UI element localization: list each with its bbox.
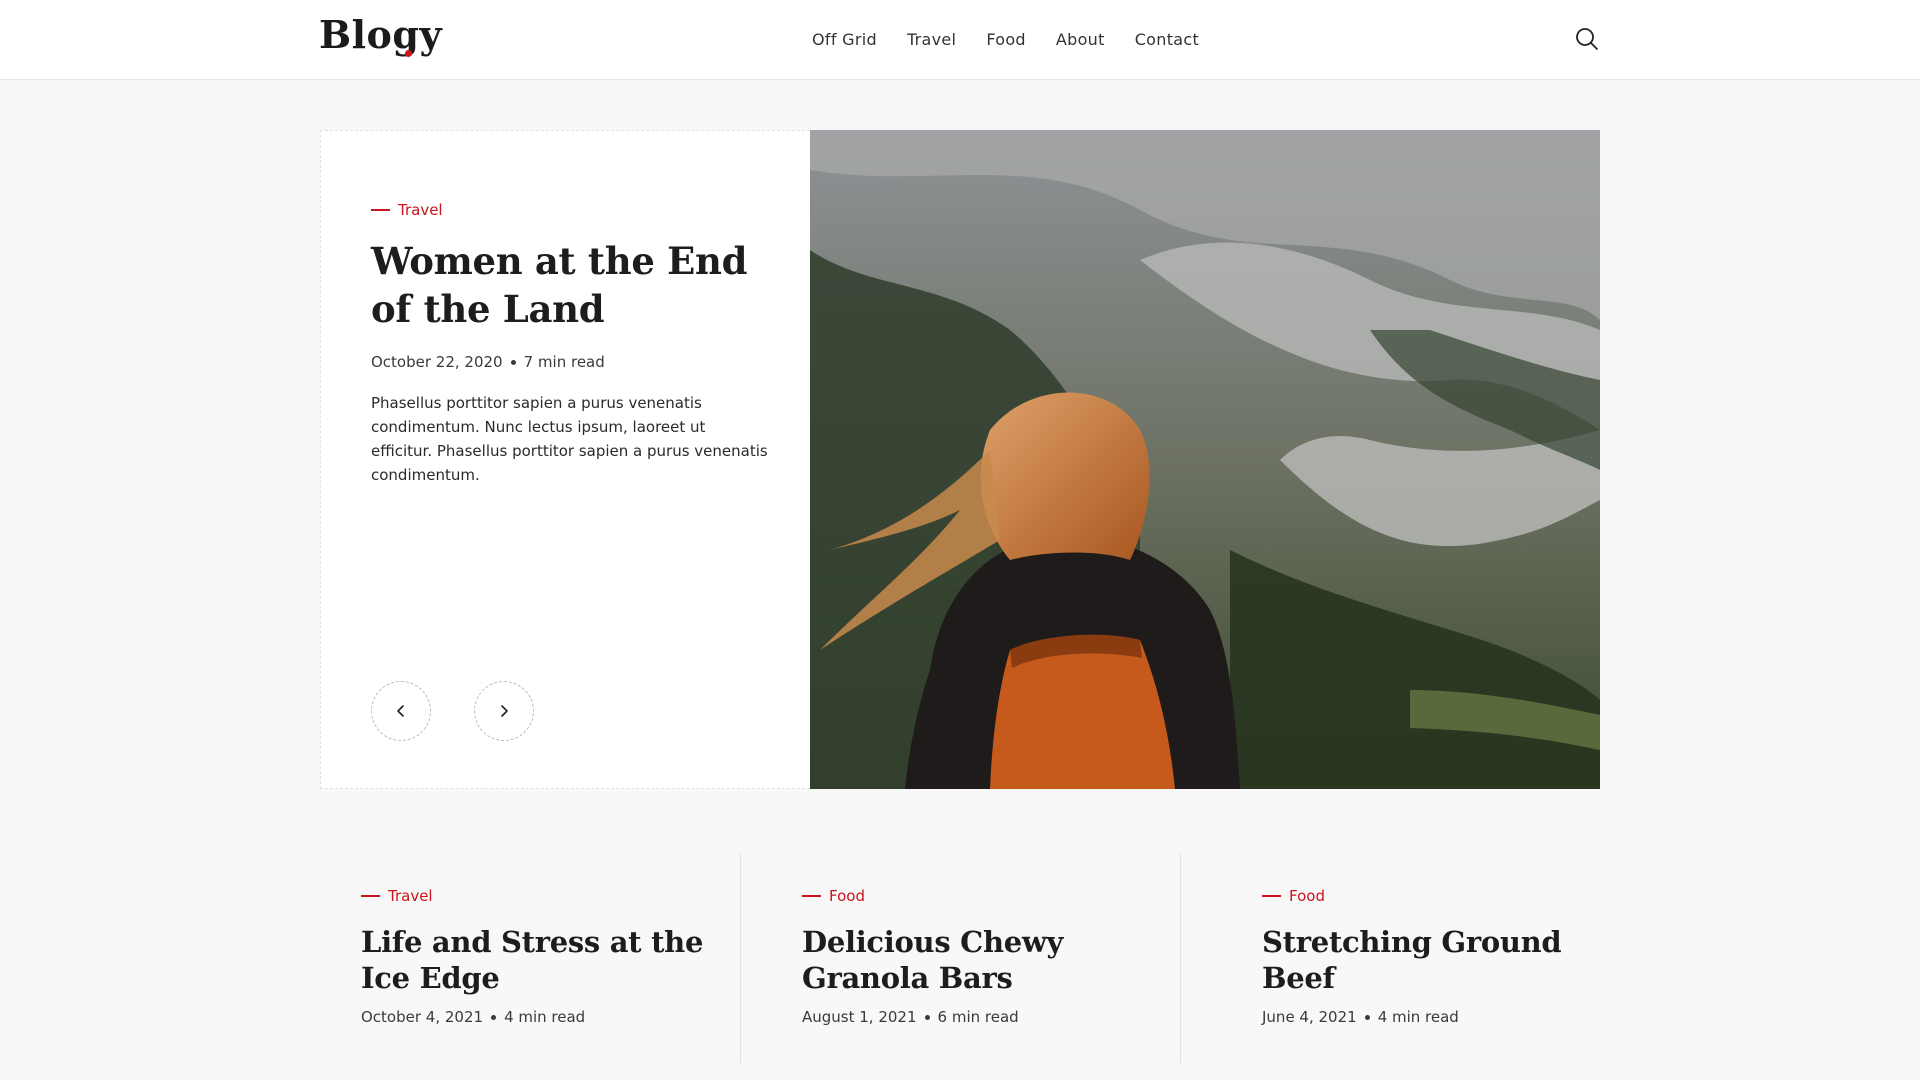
- post-category[interactable]: Travel: [361, 887, 433, 905]
- post-read-time: 4 min read: [1377, 1008, 1459, 1026]
- post-title[interactable]: Life and Stress at the Ice Edge: [361, 924, 721, 996]
- hero-title[interactable]: Women at the End of the Land: [371, 237, 781, 333]
- logo-dot: [405, 50, 412, 57]
- post-meta: June 4, 2021 4 min read: [1262, 1008, 1459, 1026]
- nav-item-travel[interactable]: Travel: [907, 30, 956, 49]
- post-read-time: 4 min read: [504, 1008, 586, 1026]
- slider-next-button[interactable]: [474, 681, 534, 741]
- post-card: Food Stretching Ground Beef June 4, 2021…: [1180, 853, 1620, 1063]
- post-read-time: 6 min read: [937, 1008, 1019, 1026]
- chevron-left-icon: [397, 705, 404, 717]
- post-category[interactable]: Food: [802, 887, 865, 905]
- hero-excerpt: Phasellus porttitor sapien a purus venen…: [371, 394, 768, 484]
- nav-item-off-grid[interactable]: Off Grid: [812, 30, 877, 49]
- post-meta: August 1, 2021 6 min read: [802, 1008, 1019, 1026]
- meta-separator: [510, 359, 516, 365]
- post-card: Food Delicious Chewy Granola Bars August…: [740, 853, 1180, 1063]
- post-title[interactable]: Stretching Ground Beef: [1262, 924, 1622, 996]
- post-list: Travel Life and Stress at the Ice Edge O…: [320, 853, 1600, 1063]
- hero-image[interactable]: [810, 130, 1600, 789]
- post-category[interactable]: Food: [1262, 887, 1325, 905]
- nav-item-about[interactable]: About: [1056, 30, 1105, 49]
- meta-separator: [491, 1014, 497, 1020]
- post-card: Travel Life and Stress at the Ice Edge O…: [320, 853, 760, 1063]
- post-date: June 4, 2021: [1262, 1008, 1357, 1026]
- post-date: October 4, 2021: [361, 1008, 484, 1026]
- site-logo[interactable]: Blogy: [319, 12, 442, 57]
- hero-date: October 22, 2020: [371, 353, 503, 371]
- site-header: Blogy Off Grid Travel Food About Contact: [0, 0, 1920, 80]
- nav-item-contact[interactable]: Contact: [1135, 30, 1199, 49]
- hero-slider: Travel Women at the End of the Land Octo…: [320, 130, 1600, 789]
- slider-prev-button[interactable]: [371, 681, 431, 741]
- hero-card: Travel Women at the End of the Land Octo…: [320, 130, 810, 789]
- search-icon: [1576, 28, 1598, 50]
- hero-category[interactable]: Travel: [371, 201, 443, 219]
- meta-separator: [1364, 1014, 1370, 1020]
- chevron-right-icon: [501, 705, 508, 717]
- post-meta: October 4, 2021 4 min read: [361, 1008, 585, 1026]
- nav-item-food[interactable]: Food: [986, 30, 1026, 49]
- post-title[interactable]: Delicious Chewy Granola Bars: [802, 924, 1162, 996]
- hero-meta: October 22, 2020 7 min read: [371, 353, 605, 371]
- main-nav: Off Grid Travel Food About Contact: [812, 30, 1199, 49]
- search-button[interactable]: [1574, 26, 1600, 52]
- hero-read-time: 7 min read: [523, 353, 605, 371]
- post-date: August 1, 2021: [802, 1008, 917, 1026]
- meta-separator: [924, 1014, 930, 1020]
